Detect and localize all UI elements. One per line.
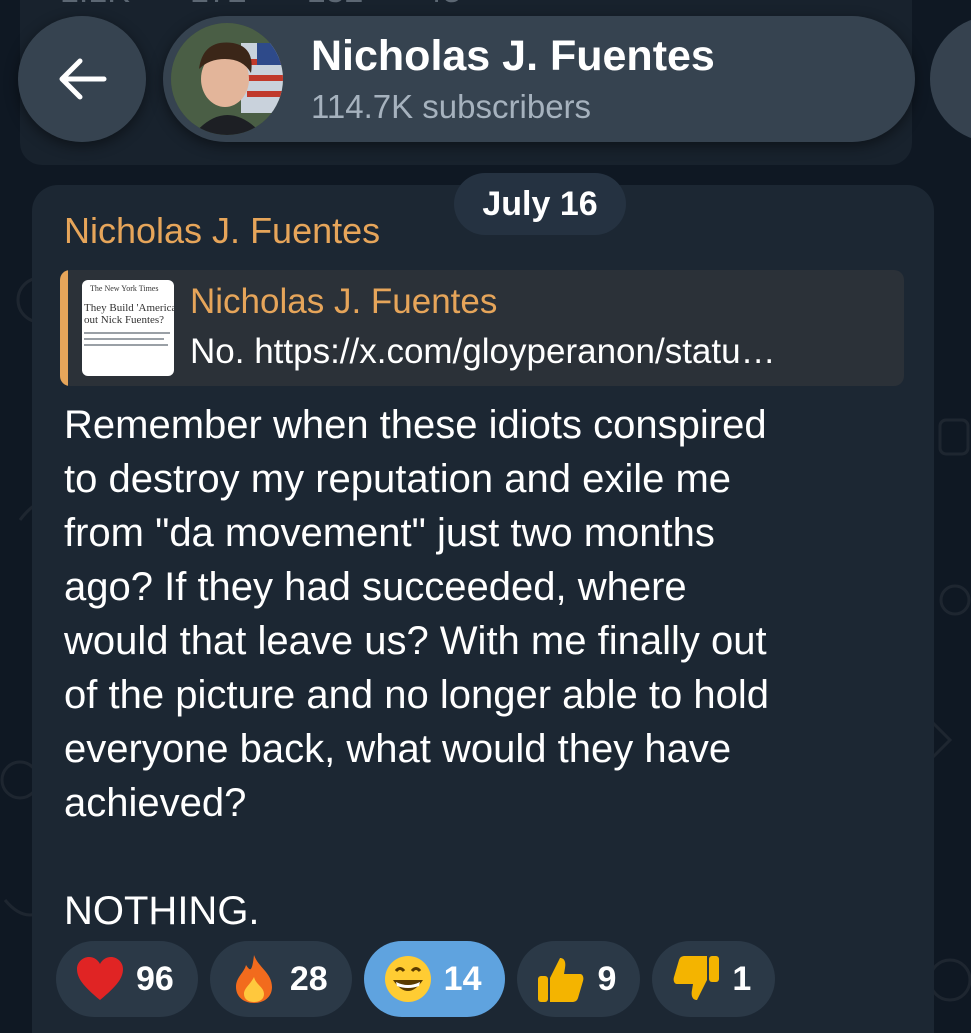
thumbnail-text-line xyxy=(84,344,168,346)
grinning-face-icon xyxy=(382,953,434,1005)
reaction-count: 9 xyxy=(597,959,617,998)
thumbs-up-icon xyxy=(535,953,587,1005)
heart-icon xyxy=(74,953,126,1005)
thumbnail-headline: They Build 'America F xyxy=(84,302,174,314)
channel-avatar[interactable] xyxy=(171,23,283,135)
reply-text: No. https://x.com/gloyperanon/statu… xyxy=(190,332,776,371)
previous-message-reactions: 1.1K 172 132 48 xyxy=(60,0,461,11)
reply-preview[interactable]: The New York Times They Build 'America F… xyxy=(60,270,904,386)
reply-thumbnail: The New York Times They Build 'America F… xyxy=(82,280,174,376)
previous-reaction-count: 1.1K xyxy=(60,0,130,11)
reaction-count: 1 xyxy=(732,959,752,998)
message-text: Remember when these idiots conspired to … xyxy=(64,403,769,933)
reaction-count: 28 xyxy=(289,959,328,998)
reaction-count: 96 xyxy=(136,959,174,998)
reaction-thumbs-up[interactable]: 9 xyxy=(517,941,641,1017)
thumbnail-masthead: The New York Times xyxy=(90,284,159,293)
previous-reaction-count: 172 xyxy=(190,0,247,11)
thumbs-down-icon xyxy=(670,953,722,1005)
previous-reaction-count: 132 xyxy=(307,0,364,11)
channel-header[interactable]: Nicholas J. Fuentes 114.7K subscribers xyxy=(163,16,915,142)
reply-title: Nicholas J. Fuentes xyxy=(190,282,498,321)
message-author[interactable]: Nicholas J. Fuentes xyxy=(64,210,380,252)
subscriber-count: 114.7K subscribers xyxy=(311,88,592,125)
reactions-row: 96 28 14 9 1 xyxy=(56,941,776,1017)
reaction-count: 14 xyxy=(443,959,482,998)
previous-reaction-count: 48 xyxy=(423,0,461,11)
date-chip: July 16 xyxy=(454,173,626,235)
message-bubble[interactable]: Nicholas J. Fuentes The New York Times T… xyxy=(32,185,934,1033)
reaction-heart[interactable]: 96 xyxy=(56,941,198,1017)
chat-screen: 1.1K 172 132 48 Nicholas J. Fuentes 114.… xyxy=(0,0,971,1033)
reaction-grinning[interactable]: 14 xyxy=(363,941,506,1017)
back-arrow-icon xyxy=(59,58,107,100)
channel-title: Nicholas J. Fuentes xyxy=(311,32,715,80)
reply-accent-bar xyxy=(60,270,68,386)
fire-icon xyxy=(228,953,280,1005)
reaction-fire[interactable]: 28 xyxy=(209,941,352,1017)
thumbnail-text-line xyxy=(84,338,164,340)
thumbnail-text-line xyxy=(84,332,170,334)
back-button[interactable] xyxy=(18,16,146,142)
thumbnail-headline: out Nick Fuentes? xyxy=(84,314,165,326)
reaction-thumbs-down[interactable]: 1 xyxy=(652,941,776,1017)
